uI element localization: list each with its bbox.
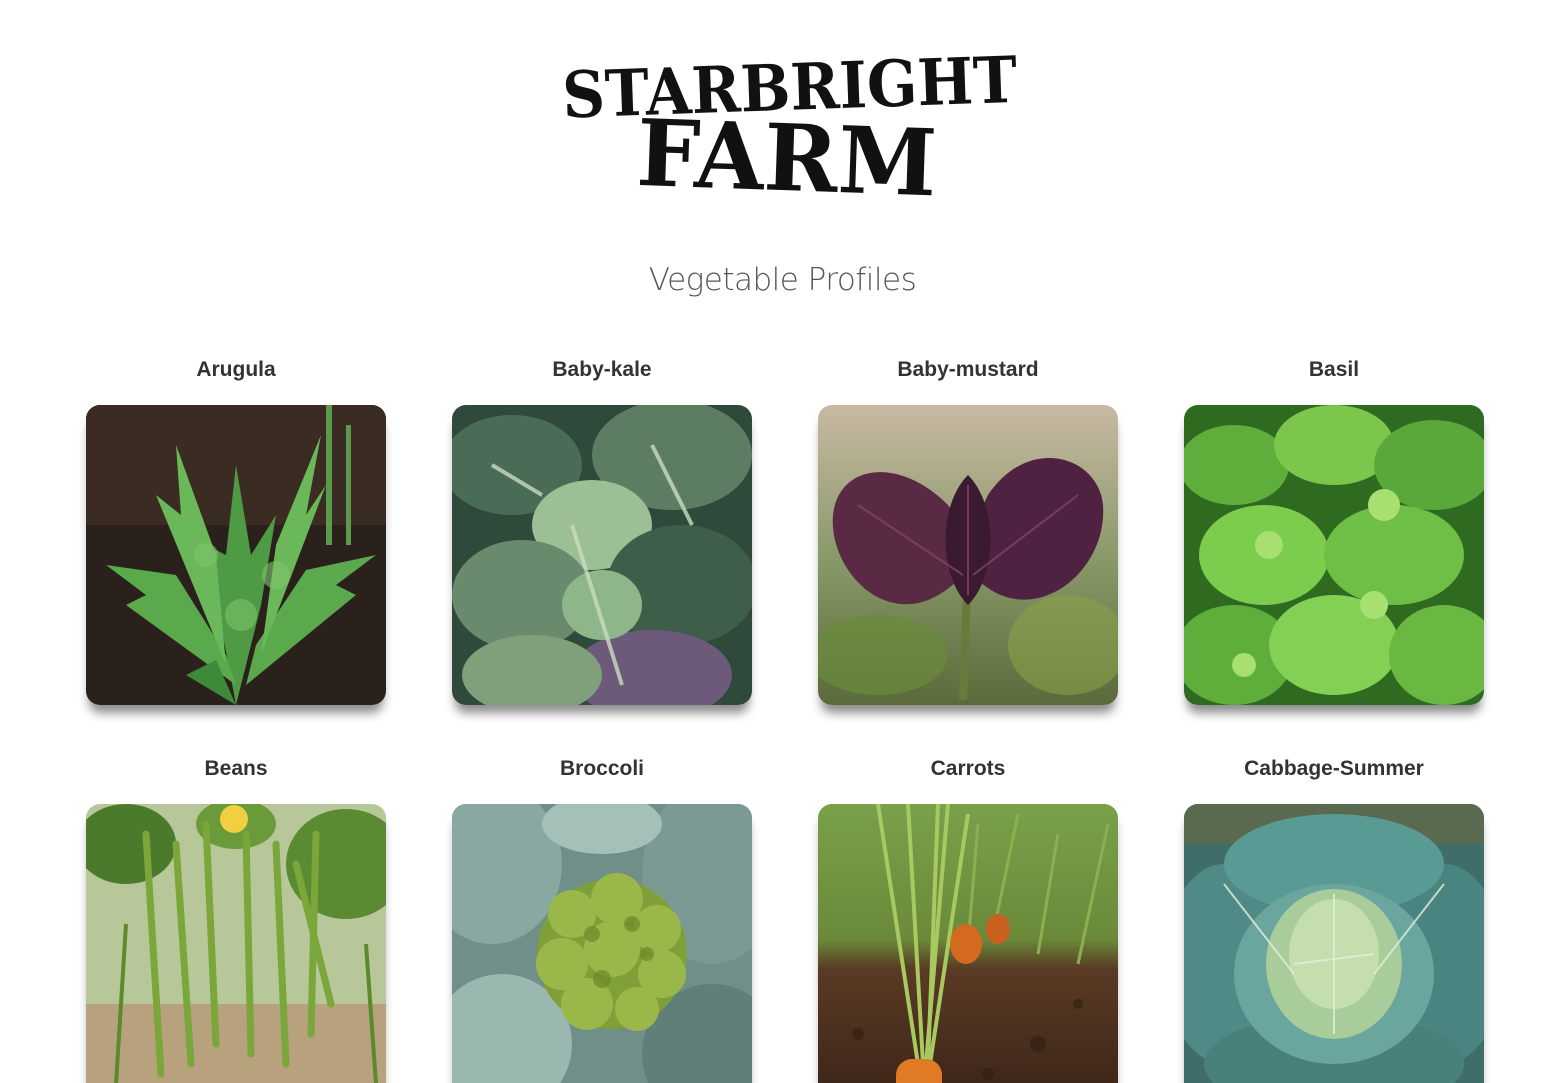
vegetable-card-baby-kale[interactable]: Baby-kale <box>452 352 752 705</box>
page: STARBRIGHT FARM Vegetable Profiles Arugu… <box>0 0 1565 1083</box>
vegetable-grid: Arugula Baby-kale Baby-mustard Basil Bea… <box>86 352 1486 1083</box>
vegetable-name[interactable]: Cabbage-Summer <box>1244 751 1424 787</box>
vegetable-card-baby-mustard[interactable]: Baby-mustard <box>818 352 1118 705</box>
cabbage-summer-image[interactable] <box>1184 804 1484 1083</box>
arugula-image[interactable] <box>86 405 386 705</box>
basil-image[interactable] <box>1184 405 1484 705</box>
vegetable-card-basil[interactable]: Basil <box>1184 352 1484 705</box>
vegetable-name[interactable]: Baby-kale <box>552 352 651 388</box>
baby-kale-image[interactable] <box>452 405 752 705</box>
vegetable-name[interactable]: Broccoli <box>560 751 644 787</box>
vegetable-name[interactable]: Baby-mustard <box>897 352 1038 388</box>
starbright-farm-logo[interactable]: STARBRIGHT FARM <box>552 22 1022 207</box>
vegetable-name[interactable]: Carrots <box>931 751 1006 787</box>
vegetable-card-cabbage-summer[interactable]: Cabbage-Summer <box>1184 751 1484 1083</box>
carrots-image[interactable] <box>818 804 1118 1083</box>
vegetable-card-carrots[interactable]: Carrots <box>818 751 1118 1083</box>
vegetable-card-beans[interactable]: Beans <box>86 751 386 1083</box>
logo-line2: FARM <box>635 99 939 207</box>
beans-image[interactable] <box>86 804 386 1083</box>
broccoli-image[interactable] <box>452 804 752 1083</box>
vegetable-name[interactable]: Basil <box>1309 352 1359 388</box>
vegetable-name[interactable]: Arugula <box>196 352 275 388</box>
vegetable-name[interactable]: Beans <box>204 751 267 787</box>
baby-mustard-image[interactable] <box>818 405 1118 705</box>
vegetable-card-broccoli[interactable]: Broccoli <box>452 751 752 1083</box>
page-title: Vegetable Profiles <box>648 262 917 298</box>
vegetable-card-arugula[interactable]: Arugula <box>86 352 386 705</box>
